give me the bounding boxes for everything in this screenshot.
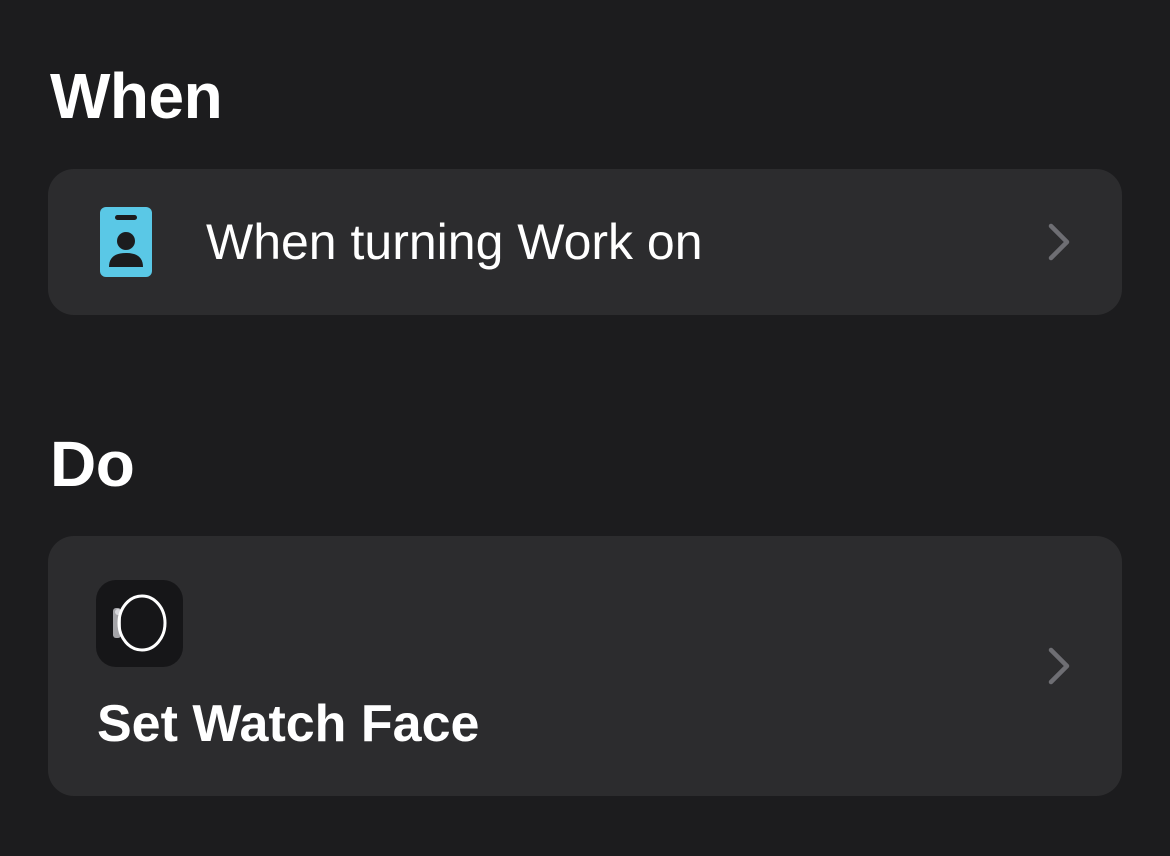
focus-work-badge-icon xyxy=(100,207,152,277)
action-label: Set Watch Face xyxy=(97,695,480,753)
chevron-right-icon xyxy=(1046,646,1072,686)
action-row[interactable] xyxy=(48,536,1122,796)
do-section-title: Do xyxy=(50,428,135,500)
apple-watch-icon xyxy=(96,580,183,667)
chevron-right-icon xyxy=(1046,222,1072,262)
when-section-title: When xyxy=(50,60,223,132)
trigger-label: When turning Work on xyxy=(206,214,703,270)
